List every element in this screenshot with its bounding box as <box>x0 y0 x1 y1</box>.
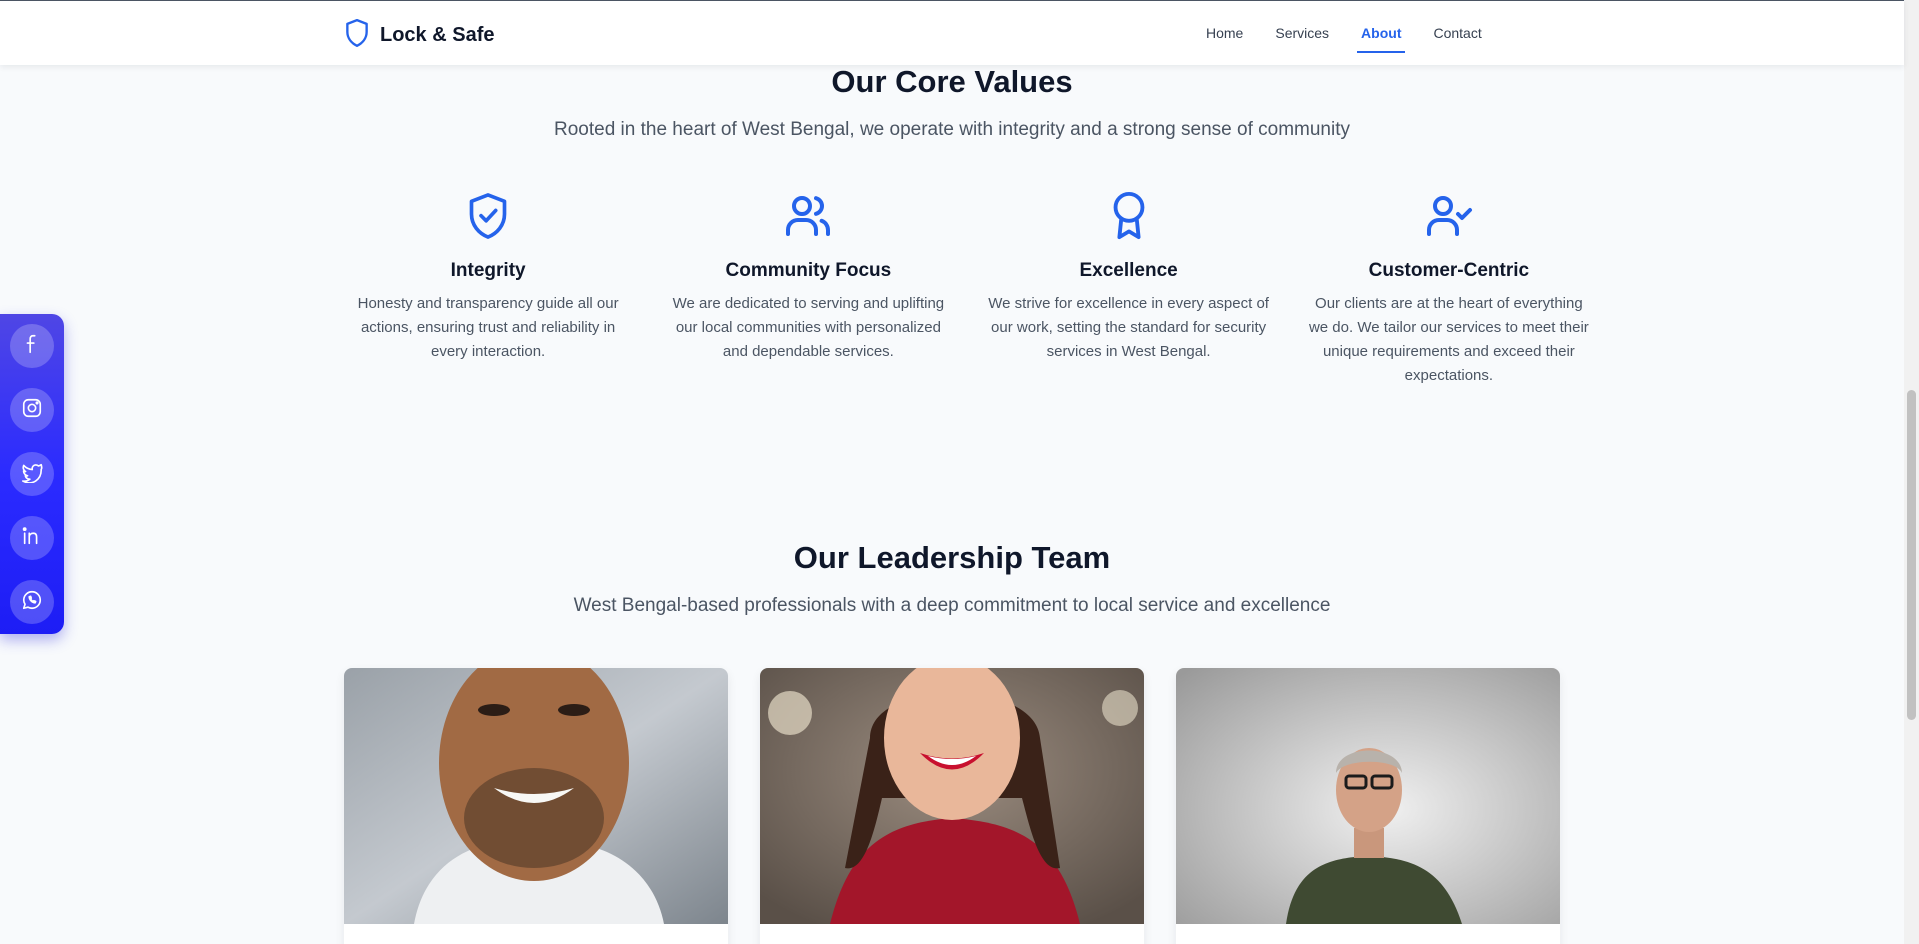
award-icon <box>1109 190 1149 242</box>
value-card-excellence: Excellence We strive for excellence in e… <box>985 190 1273 388</box>
value-description: We strive for excellence in every aspect… <box>988 295 1269 360</box>
nav-contact[interactable]: Contact <box>1417 1 1497 65</box>
page-scrollbar[interactable] <box>1904 0 1919 944</box>
value-card-community: Community Focus We are dedicated to serv… <box>664 190 952 388</box>
page: Lock & Safe Home Services About Contact … <box>0 0 1919 944</box>
shield-icon <box>344 18 370 53</box>
main-nav: Home Services About Contact <box>1190 1 1498 65</box>
value-title: Community Focus <box>725 260 892 281</box>
nav-home[interactable]: Home <box>1190 1 1259 65</box>
team-member-photo <box>760 668 1144 924</box>
instagram-button[interactable] <box>10 388 54 432</box>
team-title: Our Leadership Team <box>793 540 1111 575</box>
facebook-button[interactable] <box>10 324 54 368</box>
twitter-button[interactable] <box>10 452 54 496</box>
brand-logo-link[interactable]: Lock & Safe <box>344 18 494 53</box>
value-title: Excellence <box>1079 260 1178 281</box>
team-member-card <box>760 668 1144 944</box>
scrollbar-thumb[interactable] <box>1907 390 1916 720</box>
values-grid: Integrity Honesty and transparency guide… <box>344 190 1593 388</box>
values-subtitle: Rooted in the heart of West Bengal, we o… <box>554 119 1350 140</box>
nav-about[interactable]: About <box>1345 1 1417 65</box>
value-title: Integrity <box>450 260 526 281</box>
team-member-photo <box>1176 668 1560 924</box>
shield-check-icon <box>466 190 510 242</box>
team-grid <box>344 668 1561 944</box>
user-check-icon <box>1425 190 1473 242</box>
twitter-icon <box>21 461 43 488</box>
team-member-card <box>344 668 728 944</box>
linkedin-button[interactable] <box>10 516 54 560</box>
values-title: Our Core Values <box>831 64 1073 99</box>
team-member-photo <box>344 668 728 924</box>
value-title: Customer-Centric <box>1368 260 1530 281</box>
team-member-card <box>1176 668 1560 944</box>
social-sidebar <box>0 314 64 634</box>
whatsapp-icon <box>21 589 43 616</box>
facebook-icon <box>21 333 43 360</box>
linkedin-icon <box>21 525 43 552</box>
team-subtitle: West Bengal-based professionals with a d… <box>573 595 1331 616</box>
value-description: We are dedicated to serving and upliftin… <box>672 295 945 360</box>
value-description: Our clients are at the heart of everythi… <box>1308 295 1589 384</box>
site-header: Lock & Safe Home Services About Contact <box>0 0 1904 65</box>
value-card-customer: Customer-Centric Our clients are at the … <box>1305 190 1593 388</box>
value-description: Honesty and transparency guide all our a… <box>357 295 619 360</box>
users-icon <box>784 190 832 242</box>
instagram-icon <box>21 397 43 424</box>
value-card-integrity: Integrity Honesty and transparency guide… <box>344 190 632 388</box>
nav-services[interactable]: Services <box>1259 1 1345 65</box>
whatsapp-button[interactable] <box>10 580 54 624</box>
brand-name: Lock & Safe <box>380 24 495 46</box>
